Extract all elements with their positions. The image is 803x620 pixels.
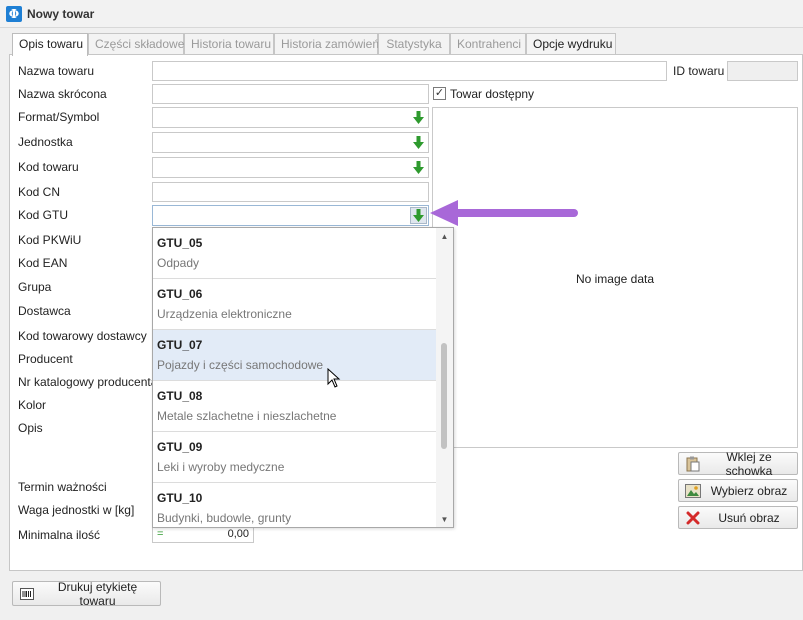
tab-opis-towaru[interactable]: Opis towaru <box>12 33 88 56</box>
label-kod-gtu: Kod GTU <box>18 208 69 222</box>
title-bar: Φ Nowy towar <box>0 0 803 28</box>
label-producent: Producent <box>18 352 73 366</box>
image-preview: No image data <box>432 107 798 448</box>
label-waga: Waga jednostki w [kg] <box>18 503 135 517</box>
label-nazwa-skrocona: Nazwa skrócona <box>18 87 107 101</box>
label-kod-towarowy-dostawcy: Kod towarowy dostawcy <box>18 329 147 343</box>
kod-towaru-combo[interactable] <box>152 157 429 178</box>
dropdown-item-gtu-05[interactable]: GTU_05 Odpady <box>153 228 437 279</box>
wklej-ze-schowka-button[interactable]: Wklej ze schowka <box>678 450 798 478</box>
label-kod-ean: Kod EAN <box>18 256 68 270</box>
format-symbol-combo[interactable] <box>152 107 429 128</box>
tab-historia-towaru[interactable]: Historia towaru <box>184 33 274 54</box>
label-nazwa-towaru: Nazwa towaru <box>18 64 95 78</box>
image-placeholder-text: No image data <box>575 272 655 286</box>
window-title: Nowy towar <box>27 7 95 21</box>
nazwa-towaru-input[interactable] <box>152 61 667 81</box>
label-jednostka: Jednostka <box>18 135 73 149</box>
dropdown-item-gtu-06[interactable]: GTU_06 Urządzenia elektroniczne <box>153 279 437 330</box>
label-kod-pkwiu: Kod PKWiU <box>18 233 82 247</box>
scroll-down-icon[interactable]: ▼ <box>436 511 453 527</box>
mouse-cursor-icon <box>327 368 341 388</box>
tab-opcje-wydruku[interactable]: Opcje wydruku <box>526 33 616 54</box>
jednostka-combo[interactable] <box>152 132 429 153</box>
label-kod-cn: Kod CN <box>18 185 61 199</box>
scroll-thumb[interactable] <box>441 343 447 449</box>
dropdown-item-gtu-07[interactable]: GTU_07 Pojazdy i części samochodowe <box>153 330 437 381</box>
calc-prefix: = <box>157 528 164 540</box>
label-termin-waznosci: Termin ważności <box>18 480 107 494</box>
usun-obraz-button[interactable]: Usuń obraz <box>678 506 798 529</box>
label-nr-katalogowy: Nr katalogowy producenta <box>18 375 158 389</box>
dropdown-item-gtu-09[interactable]: GTU_09 Leki i wyroby medyczne <box>153 432 437 483</box>
dropdown-item-gtu-10[interactable]: GTU_10 Budynki, budowle, grunty <box>153 483 437 527</box>
red-x-icon <box>685 510 701 526</box>
app-icon: Φ <box>6 6 22 22</box>
label-kod-towaru: Kod towaru <box>18 160 79 174</box>
gtu-dropdown-list[interactable]: GTU_05 Odpady GTU_06 Urządzenia elektron… <box>152 227 454 528</box>
label-dostawca: Dostawca <box>18 304 71 318</box>
kod-cn-input[interactable] <box>152 182 429 202</box>
label-kolor: Kolor <box>18 398 47 412</box>
barcode-icon <box>19 586 35 602</box>
tab-kontrahenci[interactable]: Kontrahenci <box>450 33 526 54</box>
label-minimalna-ilosc: Minimalna ilość <box>18 528 101 542</box>
label-towar-dostepny: Towar dostępny <box>450 87 535 101</box>
kod-gtu-combo[interactable] <box>152 205 429 226</box>
tab-statystyka[interactable]: Statystyka <box>378 33 450 54</box>
green-down-arrow-icon[interactable] <box>410 134 427 151</box>
dropdown-item-gtu-08[interactable]: GTU_08 Metale szlachetne i nieszlachetne <box>153 381 437 432</box>
label-id-towaru: ID towaru <box>673 64 725 78</box>
label-opis: Opis <box>18 421 43 435</box>
drukuj-etykiete-button[interactable]: Drukuj etykietę towaru <box>12 580 161 608</box>
green-down-arrow-icon[interactable] <box>410 109 427 126</box>
dropdown-scrollbar[interactable]: ▲ ▼ <box>436 228 453 527</box>
tab-czesci-skladowe[interactable]: Części składowe <box>88 33 184 54</box>
image-icon <box>685 483 701 499</box>
minimalna-ilosc-field[interactable]: = 0,00 <box>152 526 254 543</box>
nazwa-skrocona-input[interactable] <box>152 84 429 104</box>
id-towaru-field <box>727 61 798 81</box>
towar-dostepny-checkbox[interactable]: ✓ <box>433 87 446 100</box>
green-down-arrow-icon[interactable] <box>410 159 427 176</box>
wybierz-obraz-button[interactable]: Wybierz obraz <box>678 479 798 502</box>
label-format-symbol: Format/Symbol <box>18 110 100 124</box>
label-grupa: Grupa <box>18 280 52 294</box>
green-down-arrow-icon[interactable] <box>410 207 427 224</box>
tab-historia-zamowien[interactable]: Historia zamówień <box>274 33 379 54</box>
purple-arrow-icon <box>430 200 578 226</box>
minimalna-ilosc-value: 0,00 <box>227 528 249 540</box>
clipboard-icon <box>685 456 701 472</box>
